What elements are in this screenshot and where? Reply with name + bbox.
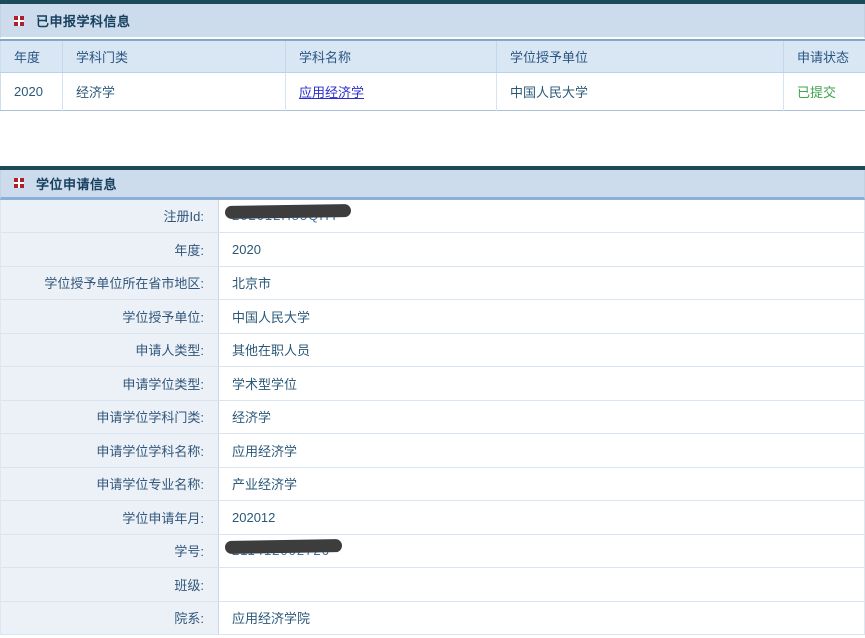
field-value xyxy=(219,568,864,601)
form-row: 班级: xyxy=(1,568,864,602)
field-value-text: 北京市 xyxy=(232,276,271,291)
form-row: 注册Id: 202012H55QHY xyxy=(1,200,864,234)
field-value: 应用经济学 xyxy=(219,434,864,467)
field-value: 中国人民大学 xyxy=(219,300,864,333)
field-label: 申请学位学科名称: xyxy=(1,434,219,467)
table-row: 2020 经济学 应用经济学 中国人民大学 已提交 xyxy=(1,72,865,110)
section-title: 学位申请信息 xyxy=(36,174,117,193)
field-label: 学位申请年月: xyxy=(1,501,219,534)
field-value: 经济学 xyxy=(219,401,864,434)
form-row: 学位申请年月: 202012 xyxy=(1,501,864,535)
field-value: 其他在职人员 xyxy=(219,334,864,367)
declared-subjects-section: 已申报学科信息 年度 学科门类 学科名称 学位授予单位 申请状态 2020 经济… xyxy=(0,0,865,111)
cell-status: 已提交 xyxy=(784,72,865,110)
status-badge: 已提交 xyxy=(797,85,836,100)
field-value: 202012 xyxy=(219,501,864,534)
degree-form-rows: 注册Id: 202012H55QHY 年度: 2020 学位授予单位所在省市地区… xyxy=(0,200,865,636)
field-value-wrap: 211412002726 xyxy=(232,543,330,558)
subject-name-link[interactable]: 应用经济学 xyxy=(299,85,364,100)
form-row: 申请学位学科门类: 经济学 xyxy=(1,401,864,435)
red-grid-icon xyxy=(14,16,24,26)
field-value-wrap: 202012 xyxy=(232,510,275,525)
field-value-wrap: 经济学 xyxy=(232,407,271,426)
field-value-text: 应用经济学 xyxy=(232,444,297,459)
form-row: 学位授予单位: 中国人民大学 xyxy=(1,300,864,334)
field-value: 2020 xyxy=(219,233,864,266)
field-value-wrap: 应用经济学 xyxy=(232,441,297,460)
field-value: 产业经济学 xyxy=(219,468,864,501)
field-value: 211412002726 xyxy=(219,535,864,568)
column-header-subject: 学科名称 xyxy=(286,40,497,72)
form-row: 申请学位专业名称: 产业经济学 xyxy=(1,468,864,502)
field-label: 班级: xyxy=(1,568,219,601)
field-value: 学术型学位 xyxy=(219,367,864,400)
column-header-university: 学位授予单位 xyxy=(497,40,784,72)
field-label: 申请学位类型: xyxy=(1,367,219,400)
field-value: 北京市 xyxy=(219,267,864,300)
field-value-text: 其他在职人员 xyxy=(232,343,310,358)
column-header-year: 年度 xyxy=(1,40,63,72)
field-label: 年度: xyxy=(1,233,219,266)
field-value-wrap: 学术型学位 xyxy=(232,374,297,393)
degree-application-section: 学位申请信息 注册Id: 202012H55QHY 年度: 2020 学位授予单… xyxy=(0,166,865,636)
column-header-status: 申请状态 xyxy=(784,40,865,72)
field-value-wrap: 中国人民大学 xyxy=(232,307,310,326)
cell-category: 经济学 xyxy=(63,72,286,110)
field-label: 学位授予单位所在省市地区: xyxy=(1,267,219,300)
field-value-wrap: 2020 xyxy=(232,242,261,257)
field-value-text: 202012 xyxy=(232,510,275,525)
field-value: 202012H55QHY xyxy=(219,200,864,233)
field-value-text: 产业经济学 xyxy=(232,477,297,492)
field-value-wrap: 应用经济学院 xyxy=(232,608,310,627)
declared-subjects-header: 已申报学科信息 xyxy=(0,4,865,39)
field-label: 申请学位学科门类: xyxy=(1,401,219,434)
form-row: 申请学位类型: 学术型学位 xyxy=(1,367,864,401)
field-label: 申请学位专业名称: xyxy=(1,468,219,501)
field-value-wrap: 202012H55QHY xyxy=(232,208,339,223)
form-row: 学位授予单位所在省市地区: 北京市 xyxy=(1,267,864,301)
red-grid-icon xyxy=(14,178,24,188)
field-value-text: 应用经济学院 xyxy=(232,611,310,626)
cell-university: 中国人民大学 xyxy=(497,72,784,110)
field-value-text: 经济学 xyxy=(232,410,271,425)
form-row: 申请学位学科名称: 应用经济学 xyxy=(1,434,864,468)
field-label: 学位授予单位: xyxy=(1,300,219,333)
field-value-wrap: 产业经济学 xyxy=(232,474,297,493)
field-value-text: 2020 xyxy=(232,242,261,257)
field-label: 申请人类型: xyxy=(1,334,219,367)
table-header-row: 年度 学科门类 学科名称 学位授予单位 申请状态 xyxy=(1,40,865,72)
field-label: 院系: xyxy=(1,602,219,635)
declared-subjects-table: 年度 学科门类 学科名称 学位授予单位 申请状态 2020 经济学 应用经济学 … xyxy=(0,39,865,111)
redaction-scribble xyxy=(225,539,342,554)
degree-application-header: 学位申请信息 xyxy=(0,170,865,200)
form-row: 申请人类型: 其他在职人员 xyxy=(1,334,864,368)
section-title: 已申报学科信息 xyxy=(36,11,131,30)
field-label: 学号: xyxy=(1,535,219,568)
cell-year: 2020 xyxy=(1,72,63,110)
field-label: 注册Id: xyxy=(1,200,219,233)
redaction-scribble xyxy=(225,204,352,219)
form-row: 院系: 应用经济学院 xyxy=(1,602,864,636)
field-value: 应用经济学院 xyxy=(219,602,864,635)
cell-subject: 应用经济学 xyxy=(286,72,497,110)
field-value-wrap: 其他在职人员 xyxy=(232,340,310,359)
field-value-wrap: 北京市 xyxy=(232,273,271,292)
form-row: 学号: 211412002726 xyxy=(1,535,864,569)
form-row: 年度: 2020 xyxy=(1,233,864,267)
column-header-category: 学科门类 xyxy=(63,40,286,72)
page: { "colors": { "accent_dark_teal": "#1d4a… xyxy=(0,0,865,638)
field-value-text: 学术型学位 xyxy=(232,377,297,392)
field-value-text: 中国人民大学 xyxy=(232,310,310,325)
